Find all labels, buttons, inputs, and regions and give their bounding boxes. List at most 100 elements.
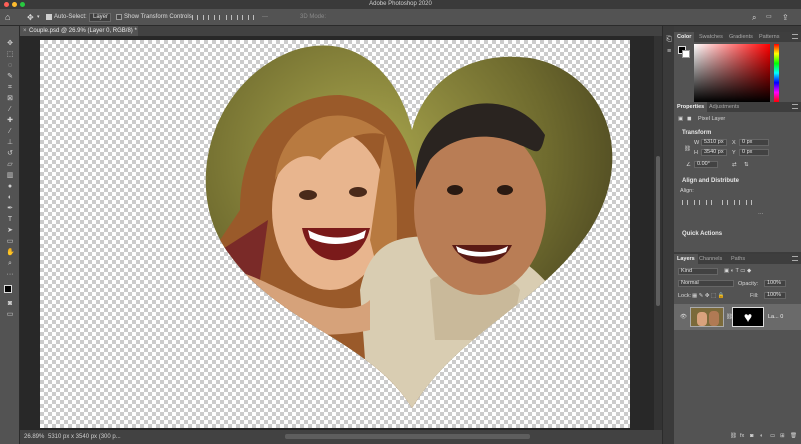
fill-field[interactable]: 100% (764, 292, 786, 299)
angle-field[interactable]: 0.00° (694, 161, 718, 168)
document-workspace[interactable] (20, 36, 654, 430)
eyedropper-tool-icon[interactable]: ⁄ (6, 106, 14, 113)
eye-icon[interactable]: 👁 (680, 314, 687, 320)
new-layer-icon[interactable]: ⊞ (780, 433, 785, 439)
more-tools-icon[interactable]: ··· (6, 271, 14, 278)
align-right-icon[interactable] (214, 15, 220, 20)
layer-filter-dropdown[interactable]: Kind (678, 268, 718, 275)
panel-menu-icon[interactable] (792, 104, 798, 109)
align-left-icon[interactable] (192, 15, 198, 20)
add-mask-icon[interactable]: ◙ (750, 433, 753, 439)
document-size-info[interactable]: 5310 px x 3540 px (300 p... (48, 430, 121, 444)
chevron-down-icon[interactable]: ▾ (37, 12, 40, 23)
color-picker-field[interactable] (694, 44, 770, 102)
align-vcenter-icon[interactable] (237, 15, 243, 20)
background-swatch[interactable] (682, 50, 690, 58)
align-hcenter-icon[interactable] (694, 200, 700, 205)
link-icon[interactable]: ⛓ (684, 146, 691, 152)
history-brush-tool-icon[interactable]: ↺ (6, 150, 14, 157)
move-tool-icon[interactable]: ✥ (27, 12, 34, 23)
auto-select-dropdown[interactable]: Layer (89, 13, 111, 22)
frame-tool-icon[interactable]: ⊠ (6, 95, 14, 102)
flip-vertical-icon[interactable]: ⇅ (744, 162, 749, 168)
document-tab[interactable]: × Couple.psd @ 26.9% (Layer 0, RGB/8) * (20, 26, 138, 36)
layer-mask-thumbnail[interactable]: ♥ (732, 307, 764, 327)
dodge-tool-icon[interactable]: ◐ (6, 194, 14, 201)
tab-layers[interactable]: Layers (674, 254, 698, 264)
artboard-tool-icon[interactable]: ⬚ (6, 51, 14, 58)
history-panel-icon[interactable]: ⎗ (665, 36, 673, 43)
x-field[interactable]: 0 px (739, 139, 769, 146)
show-transform-checkbox[interactable] (116, 14, 122, 20)
type-tool-icon[interactable]: T (6, 216, 14, 223)
tab-properties[interactable]: Properties (674, 102, 708, 112)
lasso-tool-icon[interactable]: ◌ (6, 62, 14, 69)
foreground-color-swatch[interactable] (4, 285, 12, 293)
mask-icon[interactable]: ◼ (687, 116, 692, 122)
horizontal-scroll-thumb[interactable] (285, 434, 530, 439)
align-bottom-icon[interactable] (746, 200, 752, 205)
tab-paths[interactable]: Paths (728, 254, 748, 264)
move-tool-icon[interactable]: ✥ (6, 40, 14, 47)
align-vcenter-icon[interactable] (734, 200, 740, 205)
share-icon[interactable]: ⇪ (782, 12, 789, 23)
trash-icon[interactable]: 🗑 (790, 433, 797, 439)
tab-adjustments[interactable]: Adjustments (706, 102, 742, 112)
brush-tool-icon[interactable]: ⁄ (6, 128, 14, 135)
blur-tool-icon[interactable]: ● (6, 183, 14, 190)
tab-color[interactable]: Color (674, 32, 695, 42)
crop-tool-icon[interactable]: ⌗ (6, 84, 14, 91)
lock-icons[interactable]: ▦ ✎ ✥ ⬚ 🔒 (692, 293, 725, 299)
flip-horizontal-icon[interactable]: ⇄ (732, 162, 737, 168)
workspace-icon[interactable]: ▭ (766, 12, 772, 23)
home-icon[interactable]: ⌂ (5, 12, 10, 23)
healing-tool-icon[interactable]: ✚ (6, 117, 14, 124)
align-section-header[interactable]: Align and Distribute (682, 178, 739, 184)
quick-mask-icon[interactable]: ◙ (6, 300, 14, 307)
canvas[interactable] (40, 40, 630, 428)
layer-name[interactable]: La... 0 (768, 314, 783, 320)
align-top-icon[interactable] (226, 15, 232, 20)
more-align-icon[interactable]: ··· (758, 211, 764, 217)
y-field[interactable]: 0 px (739, 149, 769, 156)
link-layers-icon[interactable]: ⛓ (730, 433, 737, 439)
vertical-scrollbar[interactable] (654, 36, 662, 430)
auto-select-checkbox[interactable] (46, 14, 52, 20)
pen-tool-icon[interactable]: ✒ (6, 205, 14, 212)
tab-patterns[interactable]: Patterns (756, 32, 782, 42)
search-icon[interactable]: ⌕ (752, 12, 756, 23)
height-field[interactable]: 3540 px (701, 149, 727, 156)
filter-icons[interactable]: ▣ ◐ T ▭ ◆ (724, 268, 751, 274)
group-icon[interactable]: ▭ (770, 433, 775, 439)
screen-mode-icon[interactable]: ▭ (6, 311, 14, 318)
path-select-tool-icon[interactable]: ➤ (6, 227, 14, 234)
align-top-icon[interactable] (722, 200, 728, 205)
more-options-icon[interactable]: ··· (262, 12, 268, 23)
close-icon[interactable]: × (23, 26, 27, 36)
hue-slider[interactable] (774, 44, 779, 102)
panel-menu-icon[interactable] (792, 34, 798, 39)
blend-mode-dropdown[interactable]: Normal (678, 280, 734, 287)
zoom-level[interactable]: 26.89% (24, 430, 44, 444)
width-field[interactable]: 5310 px (701, 139, 727, 146)
quick-select-tool-icon[interactable]: ✎ (6, 73, 14, 80)
brush-settings-icon[interactable]: ≡ (665, 48, 673, 55)
layer-row[interactable]: 👁 ⛓ ♥ La... 0 (674, 304, 801, 330)
panel-menu-icon[interactable] (792, 256, 798, 261)
vertical-scroll-thumb[interactable] (656, 156, 660, 306)
eraser-tool-icon[interactable]: ▱ (6, 161, 14, 168)
hand-tool-icon[interactable]: ✋ (6, 249, 15, 256)
fx-icon[interactable]: fx (740, 433, 744, 439)
tab-channels[interactable]: Channels (696, 254, 725, 264)
align-hcenter-icon[interactable] (203, 15, 209, 20)
tab-swatches[interactable]: Swatches (696, 32, 726, 42)
stamp-tool-icon[interactable]: ⊥ (6, 139, 14, 146)
align-left-icon[interactable] (682, 200, 688, 205)
zoom-tool-icon[interactable]: ⌕ (6, 260, 14, 267)
align-right-icon[interactable] (706, 200, 712, 205)
opacity-field[interactable]: 100% (764, 280, 786, 287)
transform-section-header[interactable]: Transform (682, 130, 711, 136)
tab-gradients[interactable]: Gradients (726, 32, 756, 42)
adjustment-layer-icon[interactable]: ◐ (760, 433, 763, 439)
rectangle-tool-icon[interactable]: ▭ (6, 238, 14, 245)
